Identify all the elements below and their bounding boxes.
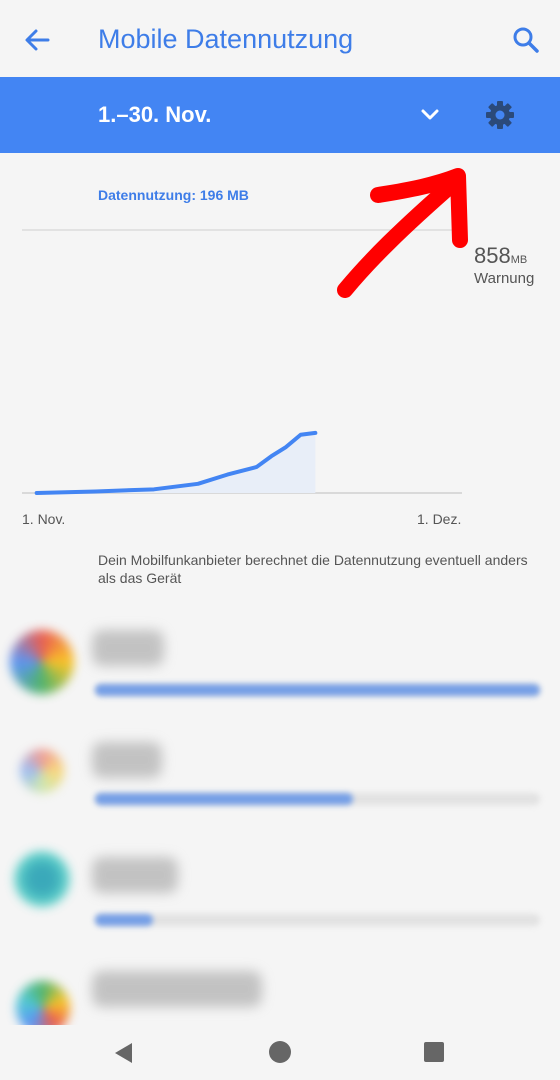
usage-point [36, 492, 38, 494]
system-navbar [0, 1025, 560, 1080]
usage-point [197, 483, 199, 485]
usage-point [300, 434, 302, 436]
app-usage-bar [95, 793, 353, 805]
app-row[interactable] [0, 819, 560, 931]
search-icon [513, 27, 539, 53]
warning-unit: MB [510, 254, 528, 266]
usage-point [314, 432, 316, 434]
carrier-notice: Dein Mobilfunkanbieter berechnet die Dat… [98, 552, 528, 586]
app-usage-list [0, 595, 560, 1025]
cycle-selector[interactable]: 1.–30. Nov. [98, 102, 211, 128]
gear-icon [486, 101, 514, 129]
usage-point [226, 474, 228, 476]
app-name-redacted [92, 971, 262, 1007]
app-row[interactable] [0, 595, 560, 707]
x-axis-start-label: 1. Nov. [22, 511, 66, 527]
app-icon [20, 749, 64, 793]
warning-value: 858MB [474, 243, 527, 269]
app-icon [16, 981, 70, 1025]
usage-point [153, 488, 155, 490]
page-title: Mobile Datennutzung [98, 24, 354, 54]
app-row[interactable] [0, 931, 560, 1025]
usage-summary: Datennutzung: 196 MB [98, 187, 249, 203]
red-arrow-annotation [337, 168, 468, 298]
app-icon [10, 630, 74, 694]
app-name-redacted [92, 742, 162, 778]
back-button[interactable] [18, 20, 58, 60]
nav-home-icon[interactable] [269, 1041, 291, 1063]
billing-cycle-bar: 1.–30. Nov. [0, 77, 560, 153]
app-row[interactable] [0, 707, 560, 819]
app-usage-track [95, 914, 540, 926]
nav-back-icon[interactable] [112, 1041, 136, 1065]
usage-point [256, 466, 258, 468]
arrow-back-icon [25, 29, 50, 51]
search-button[interactable] [506, 20, 546, 60]
usage-area [36, 432, 316, 493]
warning-label: Warnung [474, 270, 535, 287]
chevron-down-icon [421, 109, 439, 120]
usage-point [285, 446, 287, 448]
cycle-settings-button[interactable] [480, 95, 520, 135]
x-axis-end-label: 1. Dez. [417, 511, 462, 527]
app-usage-bar [95, 914, 153, 926]
app-name-redacted [92, 630, 164, 666]
app-usage-bar [95, 684, 540, 696]
cycle-dropdown-button[interactable] [412, 97, 448, 133]
app-name-redacted [92, 857, 178, 893]
app-bar: Mobile Datennutzung [0, 0, 560, 77]
app-icon [14, 851, 70, 907]
nav-recent-icon[interactable] [424, 1042, 444, 1062]
usage-point [94, 490, 96, 492]
usage-point [270, 455, 272, 457]
